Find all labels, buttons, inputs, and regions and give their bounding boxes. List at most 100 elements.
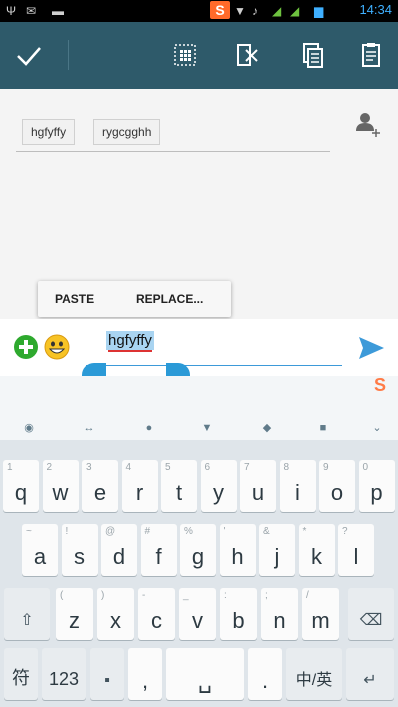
key-secondary-label: 8 [283, 462, 290, 473]
comma-key[interactable]: , [128, 648, 162, 700]
key-label: q [14, 480, 28, 505]
key-6-row2[interactable]: & j [259, 524, 295, 576]
camera-icon[interactable]: ■ [316, 422, 330, 434]
message-text: hgfyffy [108, 332, 152, 349]
key-5-row1[interactable]: 6y [200, 460, 237, 512]
key-3-row1[interactable]: 4r [121, 460, 158, 512]
key-secondary-label: 0 [362, 462, 369, 473]
key-2-row1[interactable]: 3e [82, 460, 118, 512]
sogou-logo-icon: S [374, 375, 387, 395]
key-label: o [330, 480, 344, 505]
key-secondary-label: ~ [26, 526, 32, 537]
key-label: u [251, 480, 265, 505]
key-label: p [370, 480, 383, 505]
key-0-row2[interactable]: ~ a [22, 524, 58, 576]
sogou-icon: S [210, 1, 230, 19]
collapse-keyboard-icon[interactable]: ⌄ [370, 422, 384, 434]
key-secondary-label: # [144, 526, 151, 537]
key-label: j [274, 544, 280, 569]
emoji-panel-key[interactable]: ▪ [90, 648, 124, 700]
recipient-chip[interactable]: rygcgghh [93, 119, 161, 145]
key-6-row3[interactable]: / m [302, 588, 339, 640]
message-input-underline [86, 365, 342, 366]
select-all-icon[interactable] [170, 40, 200, 70]
shift-key[interactable]: ⇧ [4, 588, 50, 640]
key-5-row3[interactable]: ; n [261, 588, 298, 640]
key-label: w [52, 480, 69, 505]
add-contact-icon[interactable] [352, 109, 382, 139]
attach-plus-icon[interactable] [14, 335, 38, 359]
key-8-row2[interactable]: ? l [338, 524, 374, 576]
paste-option[interactable]: PASTE [55, 281, 94, 317]
copy-icon[interactable] [296, 40, 326, 70]
key-label: k [311, 544, 322, 569]
key-4-row3[interactable]: :b [220, 588, 257, 640]
voice-settings-icon[interactable]: ◉ [22, 422, 36, 434]
recipient-field-underline [16, 151, 330, 152]
key-4-row1[interactable]: 5t [161, 460, 197, 512]
key-secondary-label: 4 [125, 462, 132, 473]
emoticon-icon[interactable]: ◆ [260, 422, 274, 434]
send-icon[interactable] [356, 333, 386, 363]
usb-icon: Ψ [6, 4, 17, 18]
clipboard-icon[interactable] [356, 40, 386, 70]
period-key[interactable]: . [248, 648, 282, 700]
cut-icon[interactable] [232, 40, 262, 70]
key-8-row1[interactable]: 9o [319, 460, 355, 512]
key-1-row3[interactable]: ) x [97, 588, 134, 640]
key-secondary-label: @ [105, 526, 116, 537]
period-key-label: . [261, 668, 269, 693]
key-secondary-label: 7 [244, 462, 250, 473]
key-1-row2[interactable]: ! s [61, 524, 98, 576]
key-2-row3[interactable]: -c [138, 588, 175, 640]
compose-row: hgfyffy [0, 319, 398, 395]
emoji-icon[interactable] [44, 334, 70, 360]
key-label: b [232, 608, 245, 633]
recipient-chip[interactable]: hgfyffy [22, 119, 76, 145]
signal-icon: ◢ [272, 4, 282, 18]
keyboard: S ◉ ↔ ● ▼ ◆ ■ ⌄ 1q2w3e4r5t6y7u8i9o0p ~ a!… [0, 376, 398, 707]
key-3-row2[interactable]: # f [140, 524, 177, 576]
space-key[interactable]: ␣ [166, 648, 244, 700]
message-icon: ✉ [26, 4, 37, 18]
status-bar: Ψ ✉ ▬ S ▼ ♪ ◢ ◢ ▆ 14:34 [0, 0, 398, 22]
key-secondary-label: ) [101, 590, 105, 601]
key-secondary-label: 5 [165, 462, 171, 473]
key-0-row1[interactable]: 1q [3, 460, 39, 512]
key-secondary-label: _ [183, 590, 189, 601]
key-0-row3[interactable]: (z [56, 588, 93, 640]
key-label: c [151, 608, 162, 633]
message-input[interactable]: hgfyffy [106, 331, 154, 352]
key-secondary-label: ' [223, 526, 226, 537]
symbols-key[interactable]: 符 [4, 648, 38, 700]
key-secondary-label: 9 [323, 462, 329, 473]
key-7-row2[interactable]: * k [298, 524, 335, 576]
skin-shirt-icon[interactable]: ▼ [200, 422, 214, 434]
key-label: a [33, 544, 47, 569]
key-3-row3[interactable]: _ v [179, 588, 216, 640]
key-9-row1[interactable]: 0p [358, 460, 395, 512]
key-secondary-label: / [306, 590, 309, 601]
key-4-row2[interactable]: % g [180, 524, 216, 576]
numbers-key-label: 123 [48, 669, 80, 689]
key-secondary-label: & [263, 526, 270, 537]
language-switch-key[interactable]: 中/英 [286, 648, 342, 700]
key-7-row1[interactable]: 8i [279, 460, 316, 512]
key-secondary-label: 2 [46, 462, 53, 473]
key-1-row1[interactable]: 2w [42, 460, 79, 512]
numbers-key[interactable]: 123 [42, 648, 86, 700]
key-label: n [273, 608, 286, 633]
replace-option[interactable]: REPLACE... [136, 281, 203, 317]
key-6-row1[interactable]: 7u [240, 460, 276, 512]
enter-key[interactable]: ↵ [346, 648, 394, 700]
key-label: g [191, 544, 205, 569]
key-label: l [353, 544, 359, 569]
enter-icon: ↵ [363, 672, 377, 689]
check-icon[interactable] [14, 40, 44, 70]
key-2-row2[interactable]: @ d [101, 524, 137, 576]
key-5-row2[interactable]: ' h [219, 524, 256, 576]
cursor-move-icon[interactable]: ↔ [82, 422, 96, 434]
backspace-key[interactable]: ⌫ [348, 588, 394, 640]
key-secondary-label: % [184, 526, 193, 537]
microphone-icon[interactable]: ● [142, 422, 156, 434]
